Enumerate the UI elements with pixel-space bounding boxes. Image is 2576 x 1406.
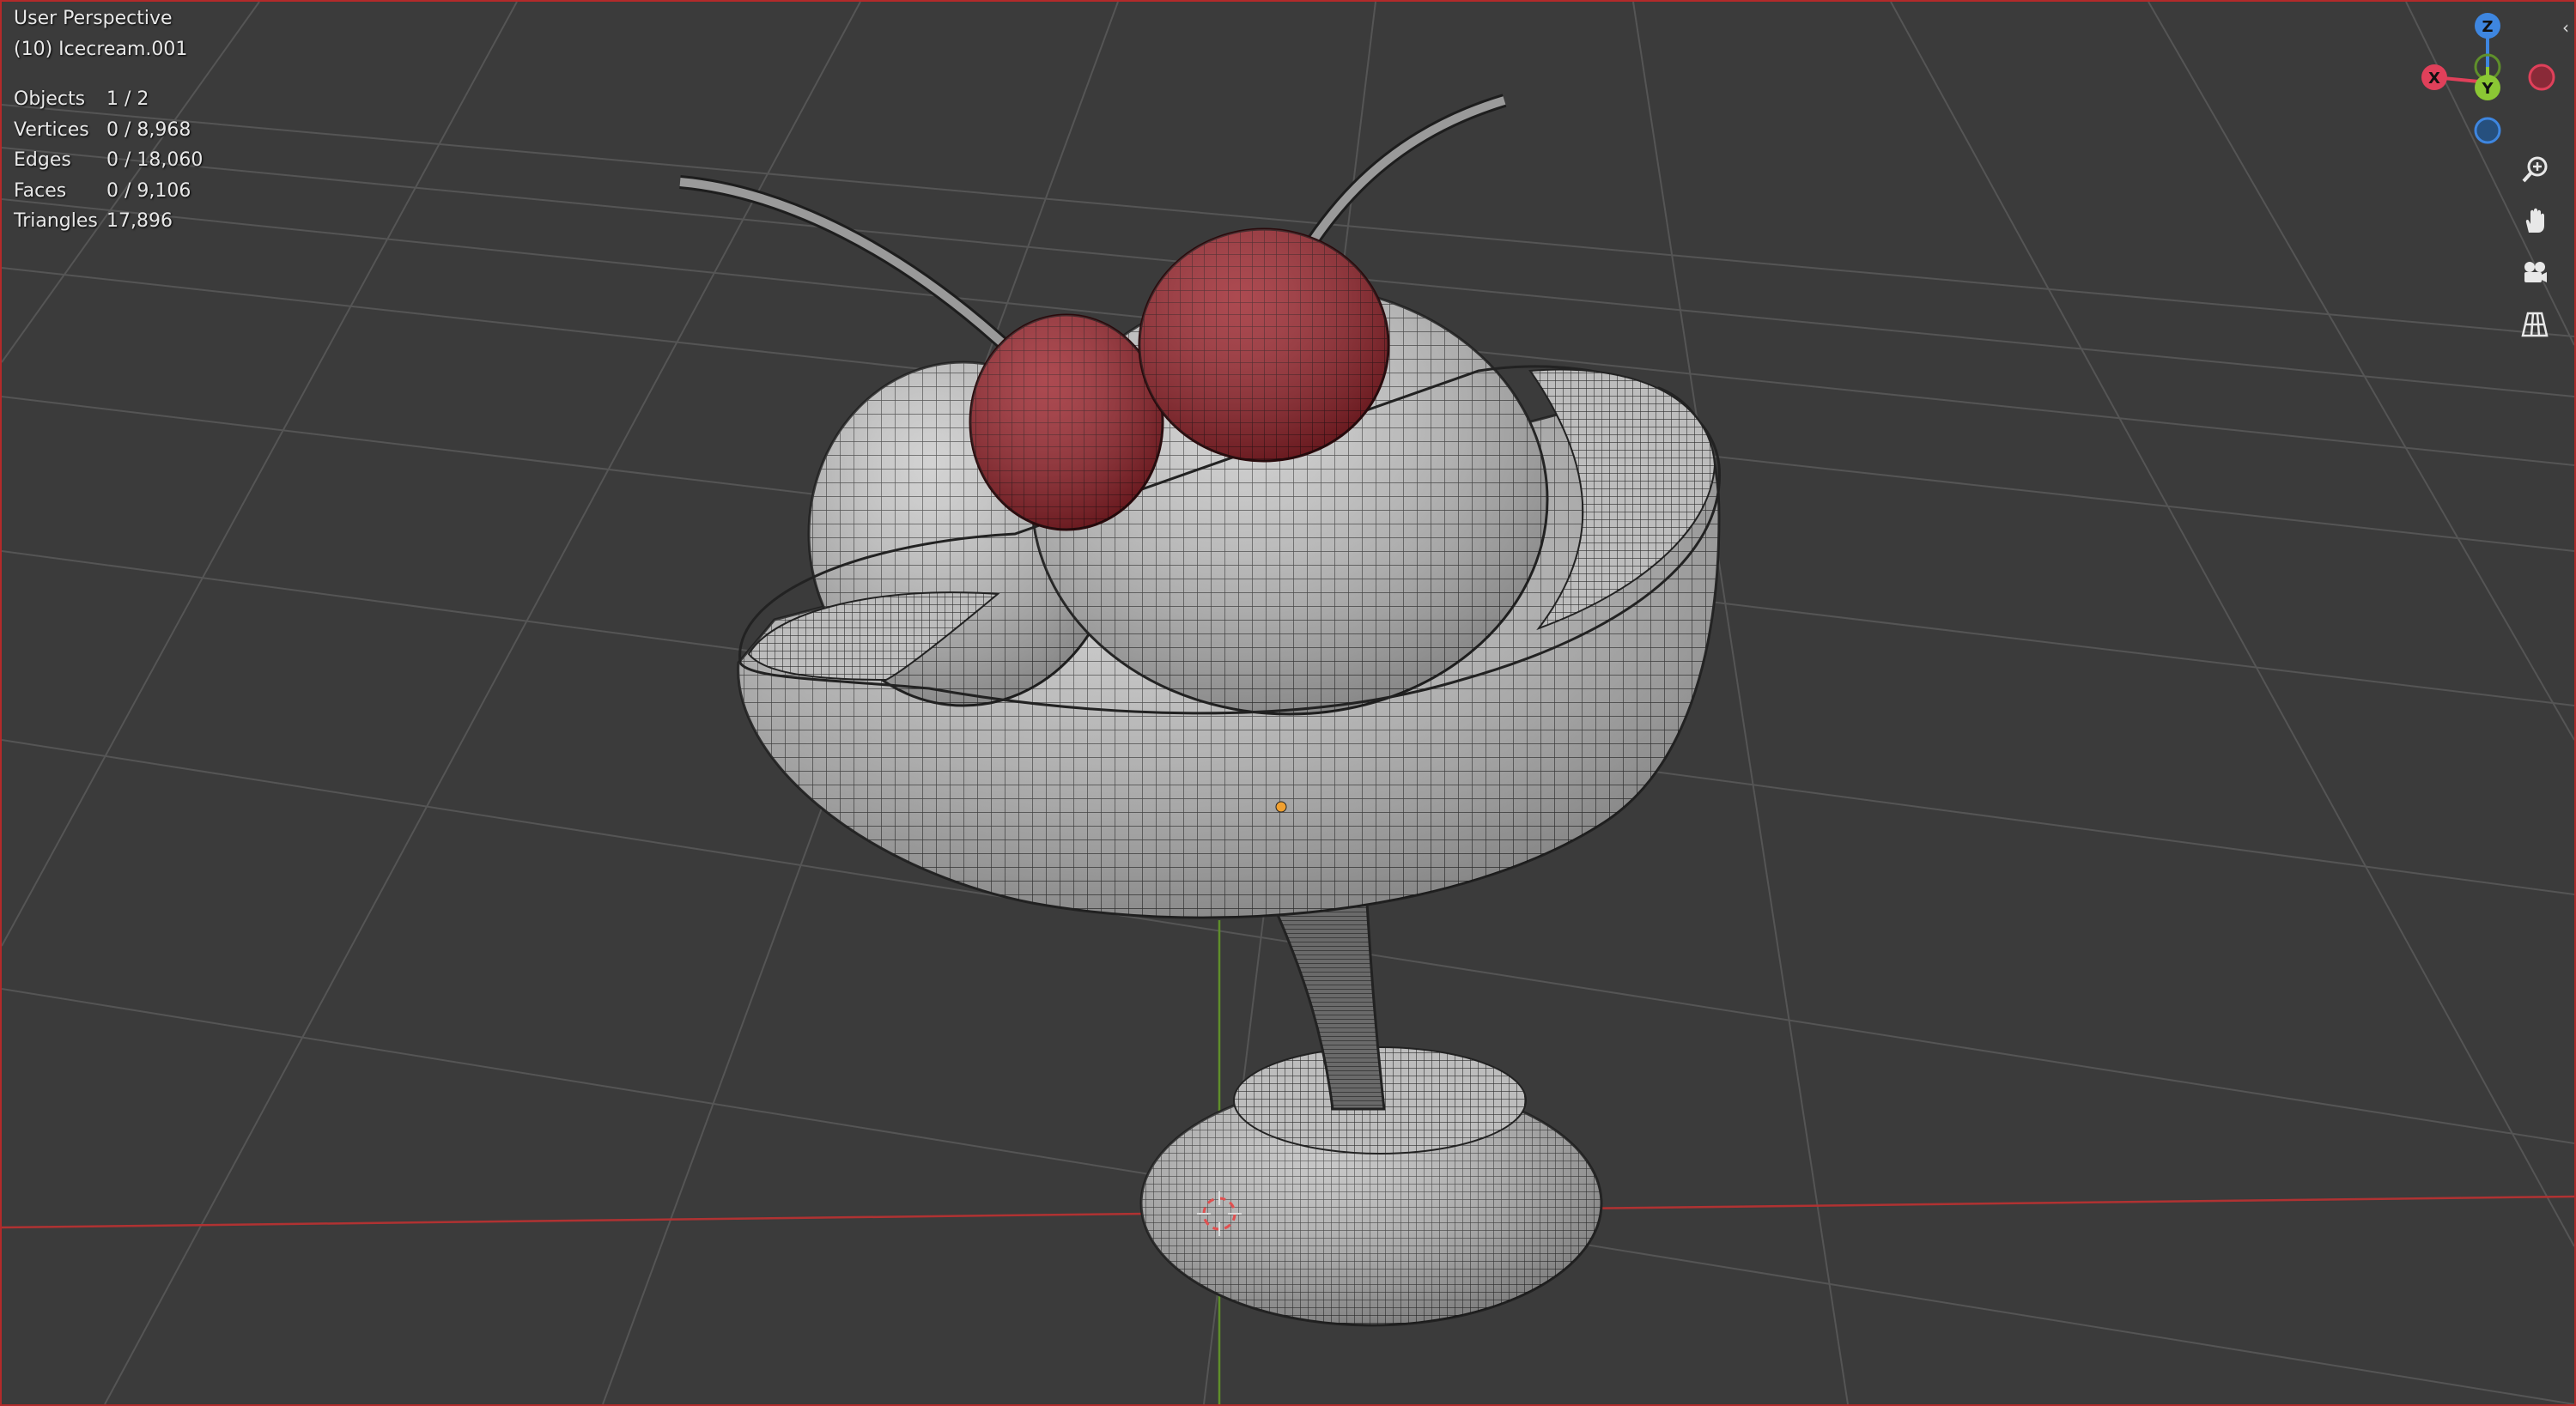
ortho-grid-icon[interactable]	[2514, 304, 2555, 345]
gizmo-z-label: Z	[2482, 18, 2493, 36]
navigation-gizmo[interactable]: Z X Y	[2406, 7, 2569, 144]
active-object-label: (10) Icecream.001	[14, 39, 188, 60]
camera-view-icon[interactable]	[2514, 252, 2555, 294]
stat-value: 0 / 9,106	[106, 179, 191, 202]
3d-viewport[interactable]: User Perspective (10) Icecream.001 Objec…	[0, 0, 2576, 1406]
stat-row-vertices: Vertices 0 / 8,968	[14, 115, 203, 146]
stat-value: 0 / 18,060	[106, 149, 204, 172]
stat-label: Objects	[14, 88, 86, 111]
stat-row-faces: Faces 0 / 9,106	[14, 176, 203, 207]
stat-label: Faces	[14, 179, 67, 202]
scene-canvas[interactable]	[2, 2, 2574, 1404]
stat-value: 1 / 2	[106, 88, 149, 111]
gizmo-neg-z-axis[interactable]	[2474, 117, 2501, 144]
view-perspective-label: User Perspective	[14, 8, 173, 29]
gizmo-x-label: X	[2428, 70, 2440, 88]
stat-row-objects: Objects 1 / 2	[14, 84, 203, 115]
stat-label: Vertices	[14, 118, 89, 141]
pan-hand-icon[interactable]	[2514, 201, 2555, 242]
stat-value: 17,896	[106, 210, 173, 233]
stat-value: 0 / 8,968	[106, 118, 191, 141]
zoom-icon[interactable]	[2514, 149, 2555, 191]
scene-statistics: Objects 1 / 2 Vertices 0 / 8,968 Edges 0…	[14, 84, 203, 237]
gizmo-y-label: Y	[2481, 80, 2494, 98]
stat-label: Edges	[14, 149, 71, 172]
stat-row-edges: Edges 0 / 18,060	[14, 145, 203, 176]
sidebar-toggle-icon[interactable]: ‹	[2562, 17, 2569, 38]
stat-label: Triangles	[14, 210, 98, 233]
object-origin-dot	[1275, 801, 1287, 813]
cherry-stem-left	[679, 175, 1046, 385]
gizmo-neg-x-axis[interactable]	[2528, 64, 2555, 91]
stat-row-triangles: Triangles 17,896	[14, 206, 203, 237]
